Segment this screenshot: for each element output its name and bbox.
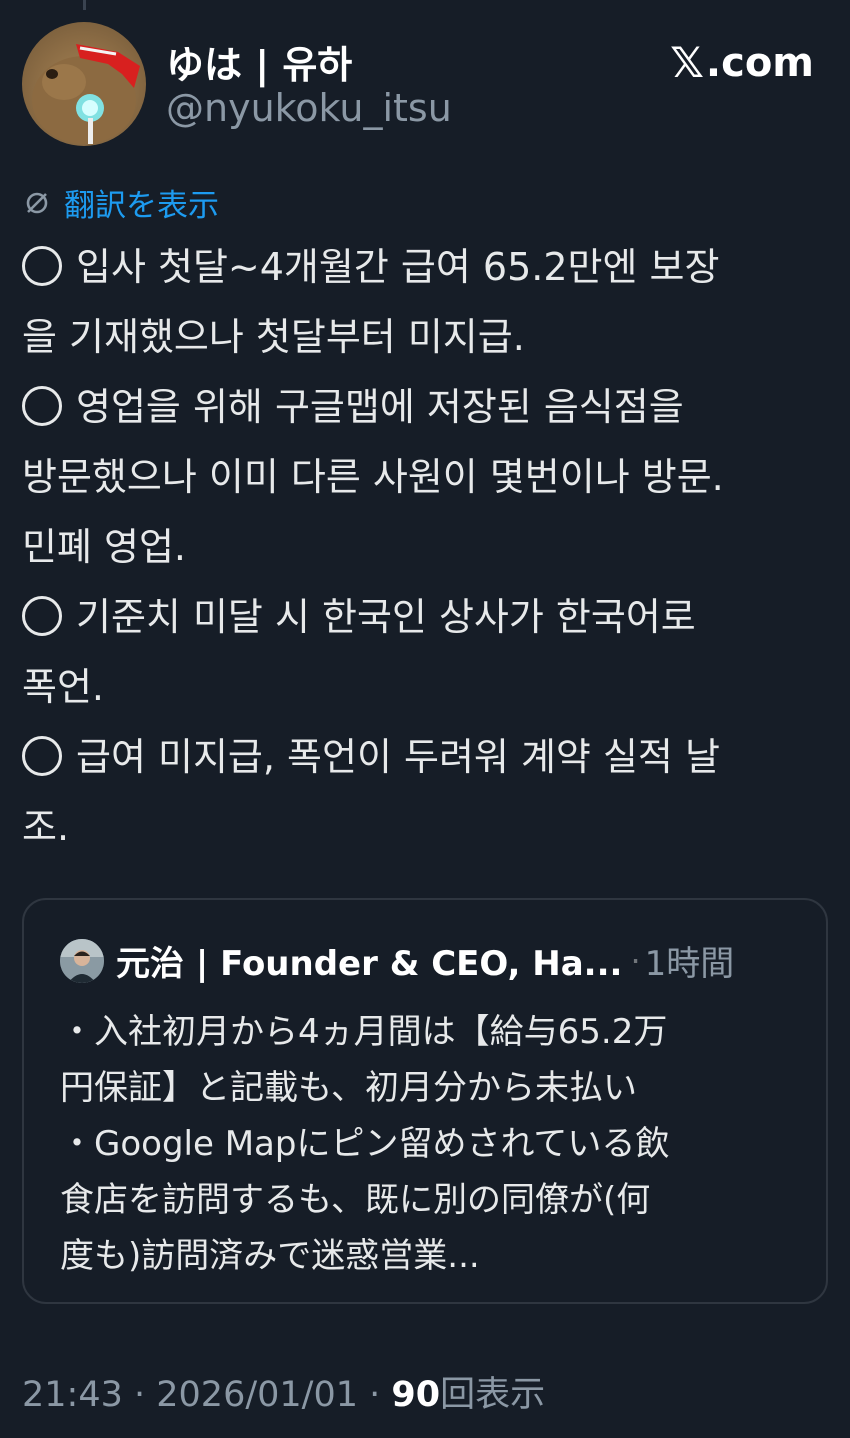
views-label: 回表示	[440, 1375, 546, 1415]
thread-connector-line	[83, 0, 86, 10]
post-line: 방문했으나 이미 다른 사원이 몇번이나 방문.	[22, 442, 842, 512]
post-line-text: 조.	[22, 805, 70, 849]
meta-separator: ·	[358, 1375, 392, 1415]
meta-separator: ·	[122, 1375, 157, 1415]
quoted-post-body: ・入社初月から4ヵ月間は【給与65.2万 円保証】と記載も、初月分から未払い ・…	[60, 1004, 800, 1284]
person-avatar-icon	[60, 938, 104, 983]
quoted-line: ・Google Mapにピン留めされている飲	[60, 1124, 670, 1164]
quoted-author-name[interactable]: 元治 | Founder & CEO, Ha...	[116, 936, 622, 985]
translate-icon	[26, 192, 48, 213]
circle-bullet-icon	[22, 736, 62, 776]
circle-bullet-icon	[22, 246, 62, 286]
post-line: 폭언.	[22, 652, 842, 722]
views-count: 90	[391, 1375, 441, 1415]
post-line-text: 을 기재했으나 첫달부터 미지급.	[22, 315, 525, 359]
capybara-avatar-icon	[32, 44, 140, 144]
post-line-text: 기준치 미달 시 한국인 상사가 한국어로	[76, 595, 696, 639]
quoted-line: 度も)訪問済みで迷惑営業...	[60, 1236, 480, 1276]
post-line: 영업을 위해 구글맵에 저장된 음식점을	[22, 372, 842, 442]
author-display-name[interactable]: ゆは | 유하	[166, 34, 352, 89]
post-line-text: 입사 첫달~4개월간 급여 65.2만엔 보장	[76, 245, 720, 289]
post-metadata: 21:43 · 2026/01/01 · 90回表示	[22, 1366, 545, 1417]
author-avatar[interactable]	[22, 22, 146, 146]
show-translation-label: 翻訳を表示	[64, 188, 219, 224]
x-logo-icon: 𝕏	[670, 38, 704, 87]
quoted-line: 食店を訪問するも、既に別の同僚が(何	[60, 1180, 651, 1220]
author-handle[interactable]: @nyukoku_itsu	[166, 86, 452, 130]
show-translation-link[interactable]: 翻訳を表示	[22, 180, 219, 225]
post-line: 급여 미지급, 폭언이 두려워 계약 실적 날	[22, 722, 842, 792]
post-line-text: 민폐 영업.	[22, 525, 186, 569]
x-com-watermark: 𝕏 .com	[670, 38, 814, 87]
quoted-post-header: 元治 | Founder & CEO, Ha... · 1時間	[60, 936, 734, 985]
quoted-post-card[interactable]: 元治 | Founder & CEO, Ha... · 1時間 ・入社初月から4…	[22, 898, 828, 1304]
post-body: 입사 첫달~4개월간 급여 65.2만엔 보장 을 기재했으나 첫달부터 미지급…	[22, 232, 842, 862]
post-line: 기준치 미달 시 한국인 상사가 한국어로	[22, 582, 842, 652]
post-line-text: 영업을 위해 구글맵에 저장된 음식점을	[76, 385, 684, 429]
post-line-text: 급여 미지급, 폭언이 두려워 계약 실적 날	[76, 735, 720, 779]
post-line: 입사 첫달~4개월간 급여 65.2만엔 보장	[22, 232, 842, 302]
quoted-author-avatar[interactable]	[60, 938, 104, 983]
post-line-text: 폭언.	[22, 665, 104, 709]
quoted-line: ・入社初月から4ヵ月間は【給与65.2万	[60, 1012, 668, 1052]
post-time[interactable]: 21:43	[22, 1375, 123, 1415]
post-line: 민폐 영업.	[22, 512, 842, 582]
brand-domain: .com	[705, 39, 814, 86]
post-line: 조.	[22, 792, 842, 862]
separator-dot: ·	[630, 941, 641, 980]
post-line-text: 방문했으나 이미 다른 사원이 몇번이나 방문.	[22, 455, 724, 499]
quoted-post-time[interactable]: 1時間	[645, 936, 735, 985]
circle-bullet-icon	[22, 596, 62, 636]
quoted-line: 円保証】と記載も、初月分から未払い	[60, 1068, 637, 1108]
post-date[interactable]: 2026/01/01	[156, 1375, 358, 1415]
post-line: 을 기재했으나 첫달부터 미지급.	[22, 302, 842, 372]
circle-bullet-icon	[22, 386, 62, 426]
